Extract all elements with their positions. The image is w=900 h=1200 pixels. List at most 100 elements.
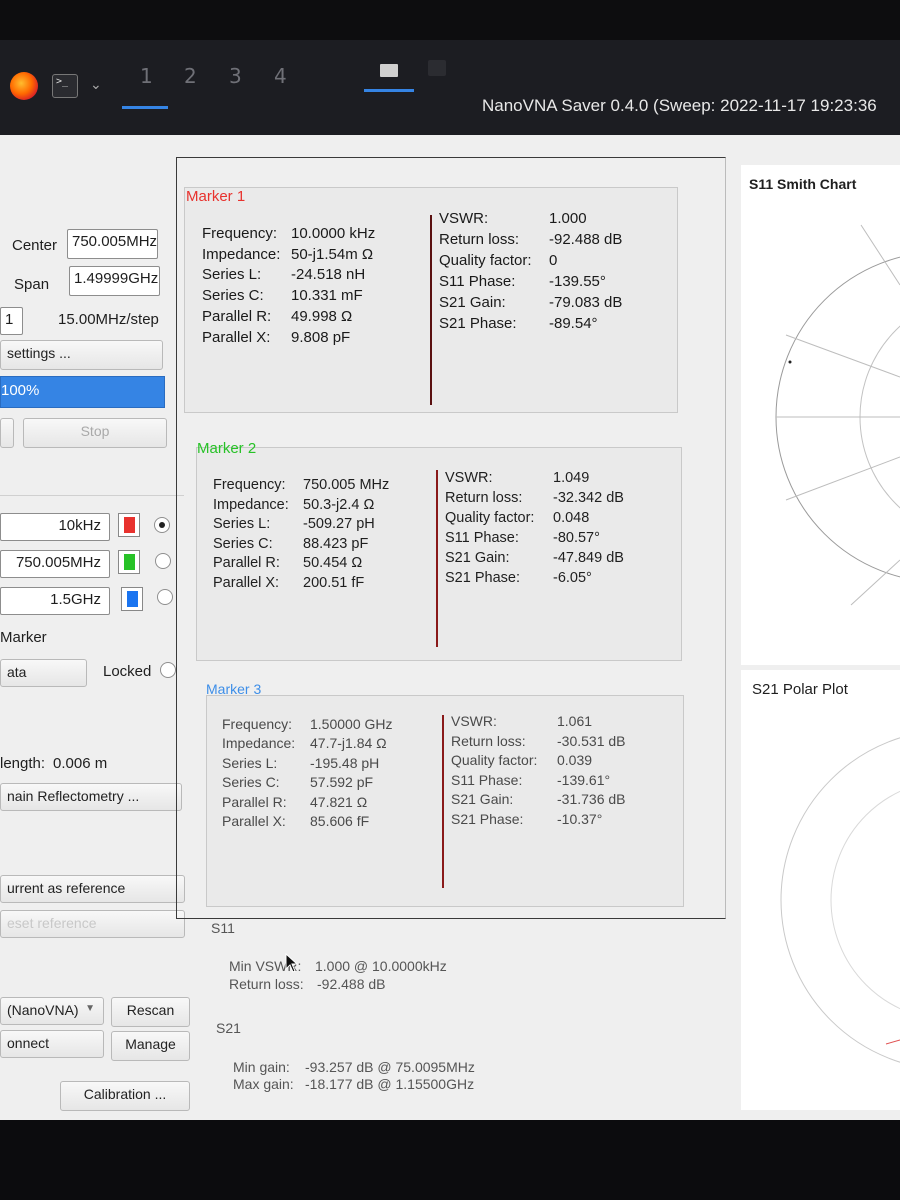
readout-label: VSWR: (439, 210, 489, 227)
marker-3-title: Marker 3 (206, 681, 262, 697)
readout-value: -80.57° (553, 530, 600, 546)
readout-value: -47.849 dB (553, 550, 624, 566)
smith-chart-title: S11 Smith Chart (749, 176, 857, 192)
marker-1-color-button[interactable] (118, 513, 140, 537)
readout-label: Return loss: (439, 231, 520, 248)
readout-label: Quality factor: (451, 752, 538, 768)
span-frequency-input[interactable]: 1.49999GHz (69, 266, 160, 296)
step-size-text: 15.00MHz/step (58, 311, 159, 328)
readout-value: 47.7-j1.84 Ω (310, 735, 387, 752)
locked-checkbox[interactable] (160, 662, 176, 678)
polar-plot-graph (780, 737, 900, 1063)
connect-button[interactable]: onnect (0, 1030, 104, 1058)
marker-1-radio[interactable] (154, 517, 170, 533)
readout-value: 1.000 (549, 210, 587, 227)
readout-label: Return loss: (451, 732, 526, 749)
marker-2-frequency-input[interactable]: 750.005MHz (0, 550, 110, 578)
marker-3-radio[interactable] (157, 589, 173, 605)
terminal-icon[interactable]: >_ (52, 74, 78, 98)
set-reference-button[interactable]: urrent as reference (0, 875, 185, 903)
readout-value: 1.50000 GHz (310, 716, 393, 732)
readout-value: 1.061 (557, 713, 593, 729)
device-select[interactable]: (NanoVNA) ▼ (0, 997, 104, 1025)
chevron-down-icon[interactable]: ⌄ (90, 76, 102, 93)
readout-label: S11 Phase: (451, 771, 523, 788)
workspace-3[interactable]: 3 (229, 64, 242, 88)
calibration-button[interactable]: Calibration ... (60, 1081, 190, 1111)
s11-summary-title: S11 (211, 920, 235, 936)
readout-label: Parallel R: (222, 793, 287, 810)
stop-button[interactable]: Stop (23, 418, 167, 448)
center-frequency-input[interactable]: 750.005MHz (67, 229, 158, 259)
segments-input[interactable]: 1 (0, 307, 23, 335)
readout-value: 200.51 fF (303, 575, 365, 591)
marker-3-color-button[interactable] (121, 587, 143, 611)
readout-value: -509.27 pH (303, 516, 375, 533)
readout-value: 49.998 Ω (291, 307, 353, 325)
marker-1-frequency-input[interactable]: 10kHz (0, 513, 110, 541)
device-select-value: (NanoVNA) (7, 1002, 79, 1018)
reset-reference-button[interactable]: eset reference (0, 910, 185, 938)
marker-2-color-button[interactable] (118, 550, 140, 574)
readout-value: 1.049 (553, 470, 590, 486)
min-gain-value: -93.257 dB @ 75.0095MHz (305, 1059, 475, 1075)
firefox-icon[interactable] (10, 72, 38, 100)
window-title: NanoVNA Saver 0.4.0 (Sweep: 2022-11-17 1… (482, 96, 877, 115)
tdr-length-label: length: (0, 755, 46, 772)
readout-value: -195.48 pH (310, 754, 380, 771)
readout-label: Parallel R: (213, 555, 280, 572)
readout-label: S21 Gain: (451, 791, 514, 807)
workspace-2[interactable]: 2 (184, 64, 197, 88)
workspace-1[interactable]: 1 (140, 64, 153, 88)
min-gain-label: Min gain: (233, 1059, 290, 1075)
readout-value: 0 (549, 252, 558, 269)
sweep-button[interactable] (0, 418, 14, 448)
active-workspace-indicator (122, 106, 168, 109)
readout-value: -139.61° (557, 771, 611, 788)
readout-label: Series C: (202, 287, 264, 305)
readout-label: VSWR: (445, 470, 493, 486)
readout-value: -139.55° (549, 273, 606, 290)
show-data-button[interactable]: ata (0, 659, 87, 687)
marker-2-radio[interactable] (155, 553, 171, 569)
readout-value: -10.37° (557, 810, 603, 827)
max-gain-label: Max gain: (233, 1076, 294, 1092)
marker-2-title: Marker 2 (197, 440, 257, 457)
readout-label: Impedance: (222, 735, 296, 752)
readout-value: 50.454 Ω (303, 555, 363, 572)
readout-label: Series L: (213, 516, 271, 533)
readout-value: -89.54° (549, 315, 598, 332)
mouse-pointer-icon (285, 953, 299, 973)
readout-label: Parallel X: (222, 813, 286, 829)
app-window: Center 750.005MHz Span 1.49999GHz 1 15.0… (0, 135, 900, 1120)
readout-value: 0.039 (557, 752, 593, 768)
smith-chart-graph (775, 224, 900, 606)
rescan-button[interactable]: Rescan (111, 997, 190, 1027)
max-gain-value: -18.177 dB @ 1.15500GHz (305, 1076, 475, 1092)
readout-value: 0.048 (553, 510, 590, 526)
s21-polar-plot[interactable]: S21 Polar Plot (741, 670, 900, 1110)
manage-button[interactable]: Manage (111, 1031, 190, 1061)
sweep-progress-bar: 100% (0, 376, 165, 408)
marker-2-divider (436, 470, 438, 647)
readout-value: 57.592 pF (310, 774, 374, 791)
sweep-settings-button[interactable]: settings ... (0, 340, 163, 370)
readout-label: Parallel X: (202, 328, 271, 346)
readout-value: 47.821 Ω (310, 793, 368, 810)
min-vswr-value: 1.000 @ 10.0000kHz (315, 958, 447, 974)
readout-value: 85.606 fF (310, 813, 370, 829)
workspace-4[interactable]: 4 (274, 64, 287, 88)
marker-3-frequency-input[interactable]: 1.5GHz (0, 587, 110, 615)
tdr-length-value: 0.006 m (53, 755, 108, 772)
time-domain-reflectometry-button[interactable]: nain Reflectometry ... (0, 783, 182, 811)
window-icon[interactable] (428, 60, 446, 76)
readout-value: -24.518 nH (291, 266, 366, 284)
readout-value: 50-j1.54m Ω (291, 245, 374, 263)
readout-label: Parallel R: (202, 307, 272, 325)
readout-label: S21 Phase: (451, 810, 524, 827)
readout-value: 9.808 pF (291, 328, 351, 346)
s11-smith-chart[interactable]: S11 Smith Chart (741, 165, 900, 665)
readout-value: 88.423 pF (303, 535, 369, 552)
window-icon[interactable] (380, 64, 398, 77)
readout-label: Series L: (202, 266, 262, 284)
